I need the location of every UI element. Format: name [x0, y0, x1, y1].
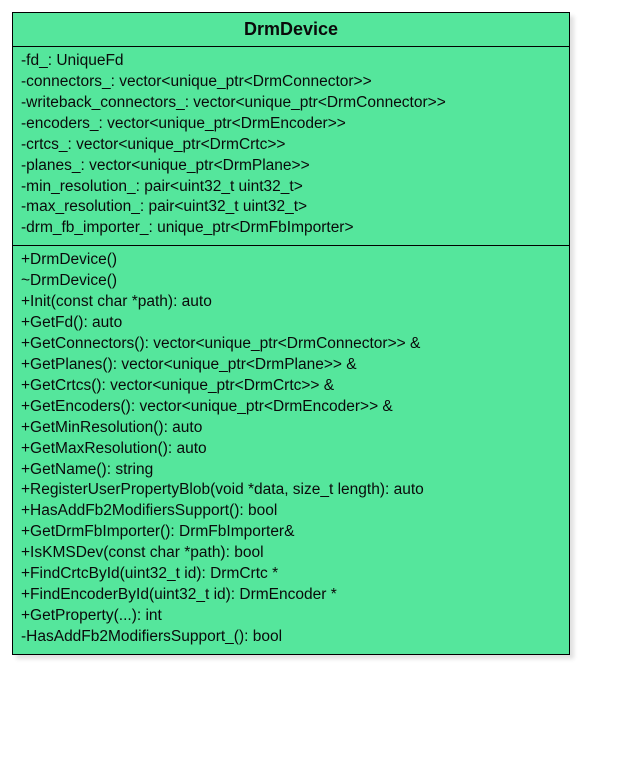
uml-method-row: +GetName(): string	[21, 460, 561, 481]
uml-method-row: +GetDrmFbImporter(): DrmFbImporter&	[21, 522, 561, 543]
uml-attribute-row: -encoders_: vector<unique_ptr<DrmEncoder…	[21, 114, 561, 135]
uml-method-row: +FindCrtcById(uint32_t id): DrmCrtc *	[21, 564, 561, 585]
uml-method-row: +Init(const char *path): auto	[21, 292, 561, 313]
uml-method-row: +RegisterUserPropertyBlob(void *data, si…	[21, 480, 561, 501]
uml-attribute-row: -min_resolution_: pair<uint32_t uint32_t…	[21, 177, 561, 198]
uml-class-name: DrmDevice	[13, 13, 569, 47]
uml-method-row: +IsKMSDev(const char *path): bool	[21, 543, 561, 564]
uml-class-box: DrmDevice -fd_: UniqueFd-connectors_: ve…	[12, 12, 570, 655]
uml-method-row: +GetFd(): auto	[21, 313, 561, 334]
uml-methods-section: +DrmDevice()~DrmDevice()+Init(const char…	[13, 246, 569, 654]
uml-attribute-row: -planes_: vector<unique_ptr<DrmPlane>>	[21, 156, 561, 177]
uml-method-row: +GetEncoders(): vector<unique_ptr<DrmEnc…	[21, 397, 561, 418]
uml-method-row: +GetProperty(...): int	[21, 606, 561, 627]
uml-attributes-section: -fd_: UniqueFd-connectors_: vector<uniqu…	[13, 47, 569, 246]
uml-attribute-row: -crtcs_: vector<unique_ptr<DrmCrtc>>	[21, 135, 561, 156]
uml-method-row: +GetPlanes(): vector<unique_ptr<DrmPlane…	[21, 355, 561, 376]
uml-attribute-row: -connectors_: vector<unique_ptr<DrmConne…	[21, 72, 561, 93]
uml-attribute-row: -writeback_connectors_: vector<unique_pt…	[21, 93, 561, 114]
uml-method-row: +HasAddFb2ModifiersSupport(): bool	[21, 501, 561, 522]
uml-method-row: +GetMaxResolution(): auto	[21, 439, 561, 460]
uml-attribute-row: -fd_: UniqueFd	[21, 51, 561, 72]
uml-method-row: +GetMinResolution(): auto	[21, 418, 561, 439]
uml-method-row: +GetConnectors(): vector<unique_ptr<DrmC…	[21, 334, 561, 355]
uml-method-row: +GetCrtcs(): vector<unique_ptr<DrmCrtc>>…	[21, 376, 561, 397]
uml-method-row: +FindEncoderById(uint32_t id): DrmEncode…	[21, 585, 561, 606]
uml-method-row: ~DrmDevice()	[21, 271, 561, 292]
uml-method-row: +DrmDevice()	[21, 250, 561, 271]
uml-attribute-row: -drm_fb_importer_: unique_ptr<DrmFbImpor…	[21, 218, 561, 239]
uml-method-row: -HasAddFb2ModifiersSupport_(): bool	[21, 627, 561, 648]
uml-attribute-row: -max_resolution_: pair<uint32_t uint32_t…	[21, 197, 561, 218]
